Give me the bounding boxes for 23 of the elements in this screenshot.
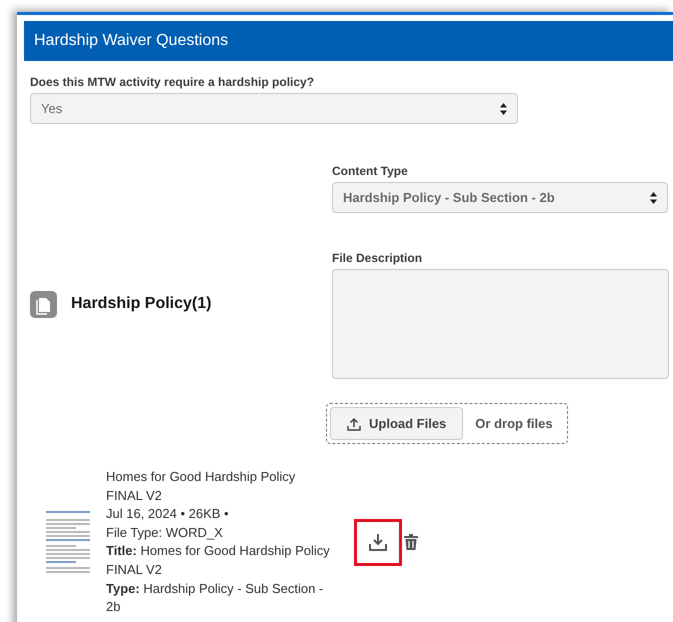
up-down-arrows-icon [500, 102, 507, 114]
file-content-type: Type: Hardship Policy - Sub Section - 2b [106, 580, 324, 616]
file-meta: Jul 16, 2024 • 26KB • [106, 505, 230, 524]
file-name: Homes for Good Hardship Policy FINAL V2 [106, 468, 296, 505]
select-field[interactable]: Yes [30, 93, 518, 124]
drop-hint: Or drop files [475, 416, 553, 431]
upload-icon [347, 416, 361, 430]
download-icon [369, 533, 387, 552]
select-field[interactable]: Hardship Policy - Sub Section - 2b [332, 182, 668, 213]
field-label: File Description [332, 251, 424, 265]
trash-icon [404, 534, 418, 550]
upload-button[interactable]: Upload Files [330, 407, 464, 440]
file-title: Title: Homes for Good Hardship Policy FINAL V2 [106, 542, 331, 579]
file-drop-zone[interactable]: Upload Files Or drop files [326, 403, 568, 444]
section-title: Hardship Policy(1) [71, 295, 212, 313]
download-button[interactable] [354, 518, 402, 566]
field-label: Does this MTW activity require a hardship policy? [30, 75, 316, 89]
delete-button[interactable] [404, 534, 418, 550]
up-down-arrows-icon [650, 192, 657, 204]
section-header: Hardship Waiver Questions [24, 21, 673, 61]
field-label: Content Type [332, 164, 409, 178]
document-icon [30, 290, 57, 318]
file-type: File Type: WORD_X [106, 524, 224, 542]
